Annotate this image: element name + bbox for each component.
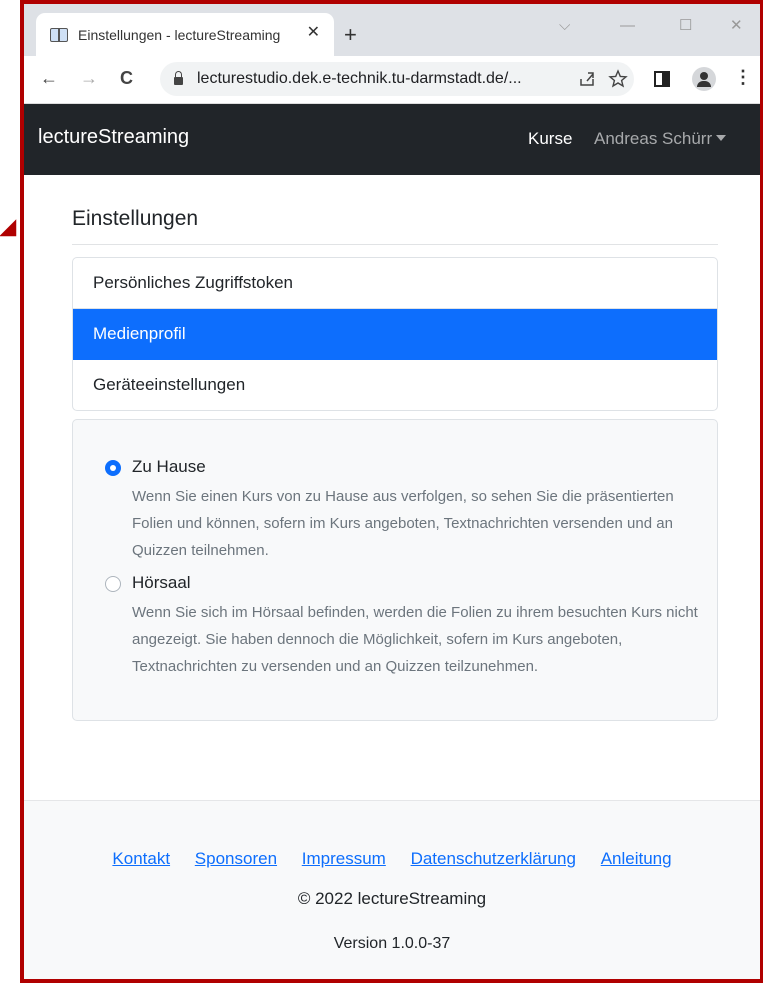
tab-strip: Einstellungen - lectureStreaming ✕ + ⌵ —… [24, 4, 760, 56]
footer-link-anleitung[interactable]: Anleitung [601, 849, 672, 868]
book-icon [50, 27, 68, 42]
footer-link-datenschutz[interactable]: Datenschutzerklärung [411, 849, 576, 868]
browser-tab[interactable]: Einstellungen - lectureStreaming ✕ [36, 13, 334, 56]
menu-item-medienprofil[interactable]: Medienprofil [73, 309, 717, 360]
minimize-icon[interactable]: — [620, 18, 635, 33]
user-menu[interactable]: Andreas Schürr [594, 129, 727, 149]
user-name: Andreas Schürr [594, 129, 713, 148]
version: Version 1.0.0-37 [333, 935, 451, 952]
chevron-down-icon [716, 135, 727, 141]
footer-links: Kontakt Sponsoren Impressum Datenschutze… [24, 849, 760, 869]
divider [72, 244, 718, 245]
menu-item-geraeteeinstellungen[interactable]: Geräteeinstellungen [73, 360, 717, 410]
footer-link-impressum[interactable]: Impressum [302, 849, 386, 868]
tab-search-icon[interactable]: ⌵ [559, 18, 570, 33]
maximize-icon[interactable]: ☐ [679, 18, 692, 33]
menu-item-zugriffstoken[interactable]: Persönliches Zugriffstoken [73, 258, 717, 309]
browser-window: Einstellungen - lectureStreaming ✕ + ⌵ —… [20, 0, 763, 983]
new-tab-button[interactable]: + [344, 24, 357, 46]
close-window-icon[interactable]: ✕ [730, 18, 743, 33]
site-navbar: lectureStreaming Kurse Andreas Schürr [24, 104, 760, 175]
tab-close-icon[interactable]: ✕ [307, 25, 320, 41]
tab-title: Einstellungen - lectureStreaming [78, 26, 281, 43]
copyright: © 2022 lectureStreaming [297, 889, 487, 908]
option-description-zu-hause: Wenn Sie einen Kurs von zu Hause aus ver… [132, 488, 674, 559]
forward-icon[interactable]: → [80, 69, 98, 87]
address-bar: ← → C lecturestudio.dek.e-technik.tu-dar… [24, 56, 760, 104]
option-description-hoersaal: Wenn Sie sich im Hörsaal befinden, werde… [132, 604, 698, 675]
brand-link[interactable]: lectureStreaming [38, 126, 189, 149]
reload-icon[interactable]: C [120, 69, 133, 87]
radio-zu-hause[interactable] [105, 460, 121, 476]
profile-icon[interactable] [692, 67, 716, 91]
page-title: Einstellungen [72, 207, 199, 230]
menu-icon[interactable]: ⋮ [734, 68, 752, 86]
side-panel-icon[interactable] [654, 71, 670, 87]
footer-link-sponsoren[interactable]: Sponsoren [195, 849, 277, 868]
star-icon[interactable] [608, 69, 628, 89]
footer-link-kontakt[interactable]: Kontakt [112, 849, 170, 868]
url-text: lecturestudio.dek.e-technik.tu-darmstadt… [197, 70, 522, 87]
radio-hoersaal[interactable] [105, 576, 121, 592]
url-field[interactable]: lecturestudio.dek.e-technik.tu-darmstadt… [160, 62, 634, 96]
nav-link-kurse[interactable]: Kurse [528, 129, 572, 149]
footer: Kontakt Sponsoren Impressum Datenschutze… [24, 800, 760, 979]
option-label-hoersaal[interactable]: Hörsaal [132, 573, 191, 593]
share-icon[interactable] [578, 70, 596, 88]
back-icon[interactable]: ← [40, 69, 58, 87]
settings-menu: Persönliches Zugriffstoken Medienprofil … [72, 257, 718, 411]
media-profile-card: Zu Hause Wenn Sie einen Kurs von zu Haus… [72, 419, 718, 721]
lock-icon [174, 71, 183, 85]
option-label-zu-hause[interactable]: Zu Hause [132, 457, 206, 477]
